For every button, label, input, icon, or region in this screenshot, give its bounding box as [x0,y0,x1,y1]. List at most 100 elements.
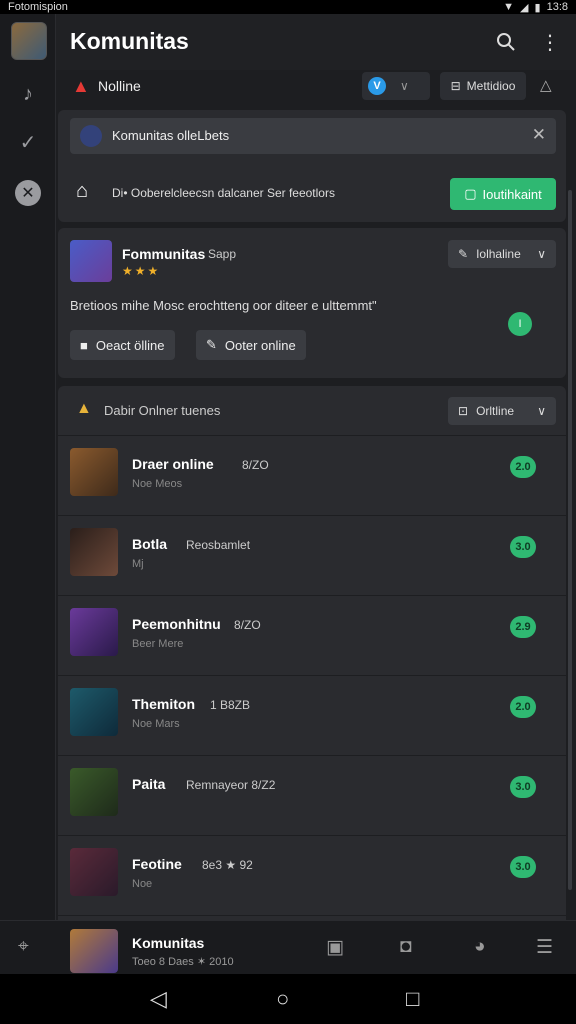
member-avatar [70,768,118,816]
member-name: Botla [132,536,167,552]
menu-icon[interactable]: ☰ [536,936,553,959]
list-header-label: Dabir Onlner tuenes [104,403,221,418]
member-meta: 8/ZO [242,458,269,472]
member-sub: Beer Mere [132,638,184,650]
status-dropdown-label: Iolhaline [476,247,521,261]
close-circle-icon[interactable]: ✕ [15,180,41,206]
bottom-avatar[interactable] [70,929,118,973]
camera-icon: ■ [80,337,88,353]
invite-message: Di• Ooberelcleecsn dalcaner Ser feeotlor… [112,186,335,200]
member-meta: 8/ZO [234,618,261,632]
search-avatar [80,125,102,147]
member-sub: Noe [132,878,153,890]
other-online-button[interactable]: ✎ Ooter online [196,330,306,360]
back-icon[interactable]: ◁ [150,986,167,1012]
notice-toggle[interactable]: V ∨ [362,72,430,100]
member-name: Themiton [132,696,195,712]
search-text: Komunitas olleLbets [112,128,230,143]
community-search[interactable]: Komunitas olleLbets ✕ [70,118,556,154]
app-header: Komunitas ⋮ [56,14,576,70]
list-item[interactable]: Themiton 1 B8ZB Noe Mars 2.0 [58,676,566,756]
list-header: ▲ Dabir Onlner tuenes ⊡ Orltline ∨ [58,386,566,436]
community-avatar [70,240,112,282]
member-meta: Reosbamlet [186,538,251,552]
notice-label: Nolline [98,78,141,94]
notice-button-label: Mettidioo [466,79,516,93]
list-item[interactable]: Botla Reosbamlet Mj 3.0 [58,516,566,596]
online-badge: I [508,312,532,336]
edit-icon: ✎ [458,247,469,261]
member-count-badge: 2.9 [510,616,536,638]
record-icon[interactable]: ◕ [474,936,485,958]
toggle-dot: V [368,77,386,95]
contact-online-label: Oeact ölline [95,337,165,353]
status-bar: Fotomispion ▼ ◢ ▮ 13:8 [0,0,576,14]
notice-bar: ▲ Nolline V ∨ ⊟ Mettidioo △ [56,70,576,106]
status-dropdown[interactable]: ✎ Iolhaline ∨ [448,240,556,268]
message-icon[interactable]: ▣ [326,936,344,959]
members-list: ▲ Dabir Onlner tuenes ⊡ Orltline ∨ Draer… [58,386,566,920]
member-sub: Mj [132,558,144,570]
member-meta: Remnayeor 8/Z2 [186,778,276,792]
scrollbar[interactable] [568,190,572,890]
list-item[interactable]: Peemonhitnu 8/ZO Beer Mere 2.9 [58,596,566,676]
home-icon: ⌂ [76,180,89,202]
chevron-down-icon: ∨ [537,247,546,261]
filter-dropdown[interactable]: ⊡ Orltline ∨ [448,397,556,425]
community-sub: Sapp [208,247,237,261]
home-nav-icon[interactable]: ○ [276,986,289,1012]
member-count-badge: 3.0 [510,776,536,798]
member-meta: 8e3 ★ 92 [202,858,253,872]
member-avatar [70,608,118,656]
battery-icon: ▮ [534,1,541,14]
notice-button[interactable]: ⊟ Mettidioo [440,72,526,100]
member-name: Paita [132,776,166,792]
member-count-badge: 3.0 [510,536,536,558]
community-card: Fommunitas Sapp ★★★ ✎ Iolhaline ∨ Bretio… [58,228,566,378]
chat-icon: ▢ [464,186,477,201]
member-avatar [70,528,118,576]
close-icon[interactable]: ✕ [532,125,546,145]
community-quote: Bretioos mihe Mosc erochtteng oor diteer… [70,298,377,313]
search-icon[interactable] [494,30,518,54]
member-count-badge: 2.0 [510,696,536,718]
chevron-down-icon: ∨ [400,79,409,93]
bottom-sub: Toeo 8 Daes ✶ 2010 [132,956,234,968]
bottom-name: Komunitas [132,935,205,951]
share-icon[interactable]: ⌖ [18,936,29,958]
list-item[interactable]: Feotine 8e3 ★ 92 Noe 3.0 [58,836,566,916]
star-rating: ★★★ [122,264,161,278]
member-count-badge: 3.0 [510,856,536,878]
contact-online-button[interactable]: ■ Oeact ölline [70,330,175,360]
list-item[interactable]: Paita Remnayeor 8/Z2 3.0 [58,756,566,836]
triangle-icon[interactable]: △ [540,76,552,94]
bottom-bar: ⌖ Komunitas Toeo 8 Daes ✶ 2010 ▣ ◘ ◕ ☰ [0,920,576,974]
filter-dropdown-label: Orltline [476,404,515,418]
more-vert-icon[interactable]: ⋮ [538,30,562,54]
status-left: Fotomispion [8,1,68,13]
window-icon: ⊟ [450,79,461,93]
filter-icon: ⊡ [458,404,469,418]
user-avatar[interactable] [11,22,47,60]
invite-card: Komunitas olleLbets ✕ ⌂ Di• Ooberelcleec… [58,110,566,222]
member-count-badge: 2.0 [510,456,536,478]
list-item[interactable]: Draer online 8/ZO Noe Meos 2.0 [58,436,566,516]
camera-icon[interactable]: ◘ [400,936,411,958]
member-sub: Noe Mars [132,718,180,730]
signal-icon: ◢ [520,1,529,14]
recents-icon[interactable]: □ [406,986,419,1012]
community-name: Fommunitas [122,246,206,262]
check-icon[interactable]: ✓ [14,128,42,156]
wifi-icon: ▼ [503,1,515,13]
member-name: Draer online [132,456,214,472]
warning-icon: ▲ [72,76,90,96]
trophy-icon: ▲ [76,400,92,417]
status-time: 13:8 [546,1,568,13]
member-meta: 1 B8ZB [210,698,251,712]
guitar-icon[interactable]: ♪ [14,80,42,108]
notify-button[interactable]: ▢ Ioutihkaint [450,178,556,210]
system-navbar: ◁ ○ □ [0,974,576,1024]
notify-button-label: Ioutihkaint [482,186,542,202]
left-rail: ♪ ✓ ✕ [0,14,56,920]
member-name: Feotine [132,856,182,872]
